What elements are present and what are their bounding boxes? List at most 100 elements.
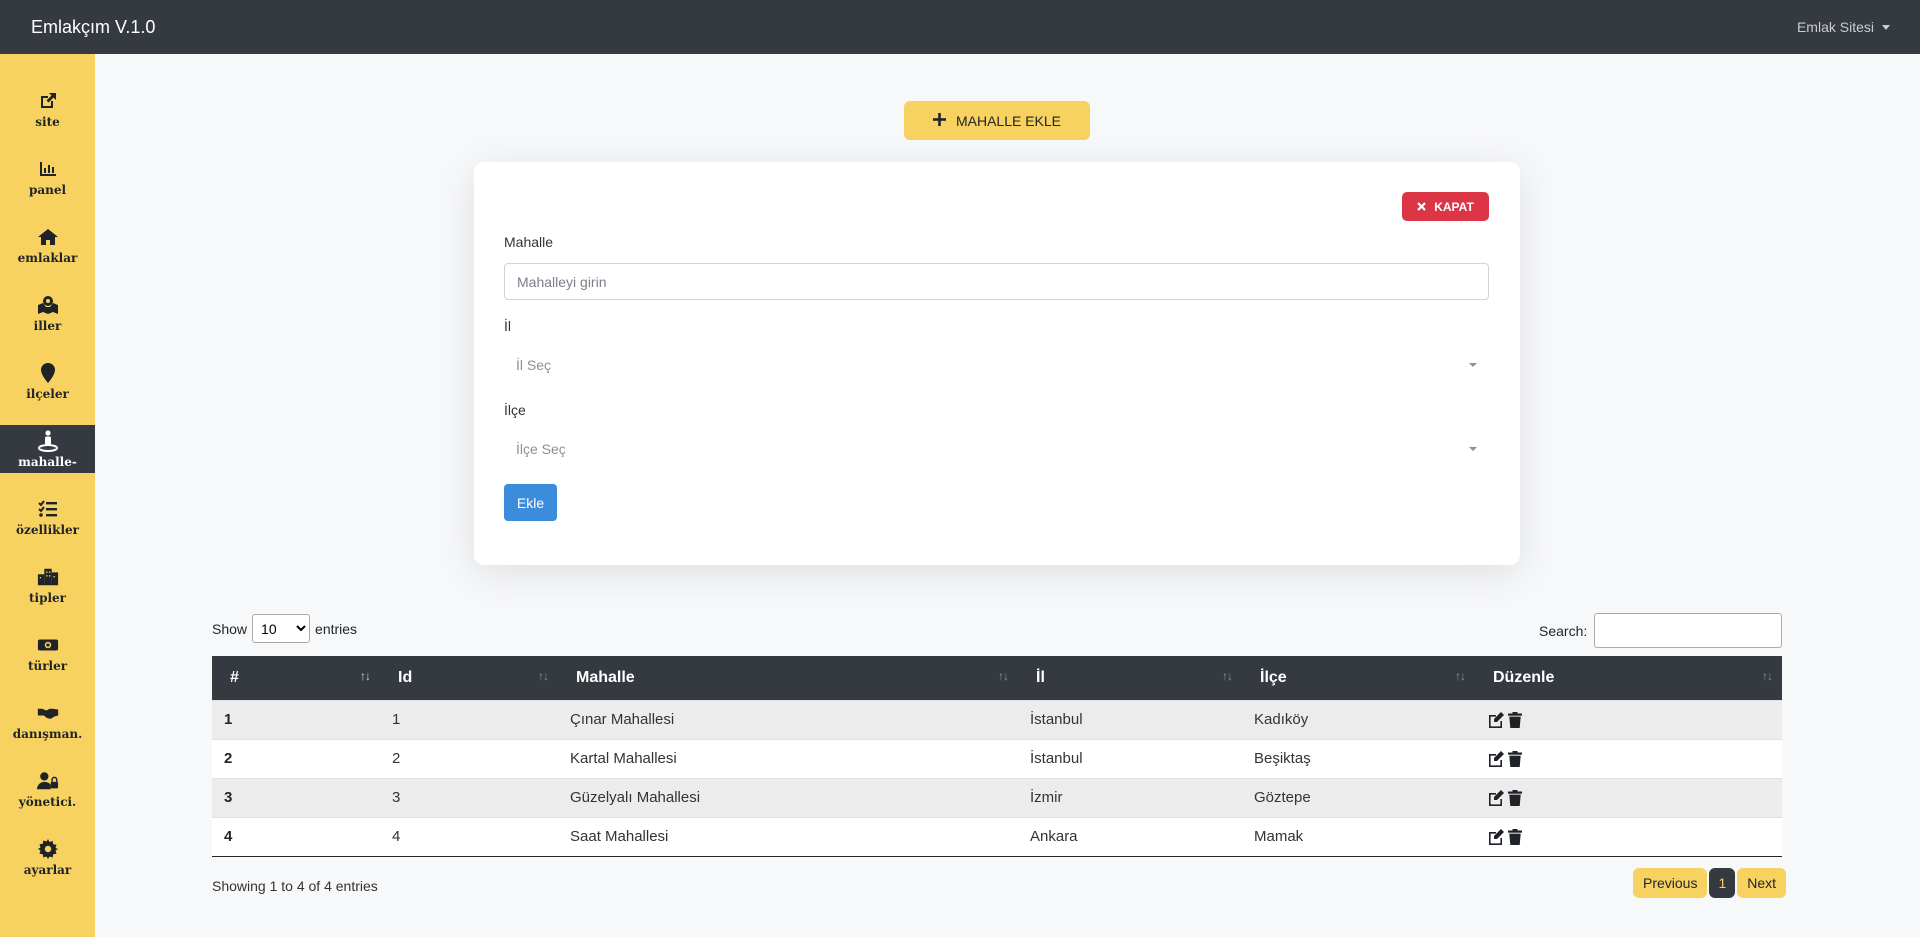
cell-mahalle: Çınar Mahallesi	[570, 711, 675, 728]
edit-icon[interactable]	[1487, 750, 1504, 767]
cell-num: 4	[224, 828, 233, 845]
table-row: 4 4 Saat Mahallesi Ankara Mamak	[212, 817, 1782, 856]
sidebar-item-turler[interactable]: türler	[0, 634, 95, 682]
delete-icon[interactable]	[1508, 711, 1522, 728]
add-mahalle-label: MAHALLE EKLE	[955, 112, 1062, 129]
column-header-duzenle[interactable]: Düzenle ↑↓	[1475, 656, 1782, 700]
search-input[interactable]	[1594, 613, 1783, 648]
money-bill-icon	[37, 634, 59, 656]
edit-icon[interactable]	[1487, 828, 1504, 845]
cell-actions	[1475, 700, 1782, 739]
cell-id: 3	[392, 789, 401, 806]
close-icon	[1417, 200, 1426, 214]
cell-ilce: Göztepe	[1254, 789, 1311, 806]
ilce-field-label: İlçe	[504, 402, 526, 418]
submit-ekle-button[interactable]: Ekle	[504, 484, 557, 521]
cell-num: 2	[224, 750, 233, 767]
cell-mahalle: Güzelyalı Mahallesi	[570, 789, 701, 806]
sort-icon: ↑↓	[998, 669, 1009, 683]
edit-icon[interactable]	[1487, 711, 1504, 728]
sidebar-item-tipler[interactable]: tipler	[0, 566, 95, 614]
sidebar-item-ayarlar[interactable]: ayarlar	[0, 838, 95, 886]
sidebar-item-emlaklar[interactable]: emlaklar	[0, 226, 95, 274]
il-field-label: İl	[504, 318, 511, 334]
cell-id: 4	[392, 828, 401, 845]
sidebar-item-iller[interactable]: iller	[0, 294, 95, 342]
close-label: KAPAT	[1434, 199, 1474, 214]
cell-actions	[1475, 778, 1782, 817]
external-link-icon	[37, 90, 59, 112]
user-lock-icon	[36, 770, 59, 792]
sidebar-item-mahalle[interactable]: mahalle-	[0, 425, 95, 473]
mahalle-input[interactable]	[504, 263, 1489, 300]
street-view-icon	[37, 430, 59, 452]
map-marked-icon	[37, 294, 59, 316]
cell-actions	[1475, 817, 1782, 856]
close-form-button[interactable]: KAPAT	[1402, 192, 1489, 221]
handshake-icon	[37, 702, 59, 724]
next-page-button[interactable]: Next	[1737, 868, 1787, 898]
sidebar-item-label: yönetici.	[18, 795, 77, 809]
sidebar: site panel emlaklar iller ilçeler mahall…	[0, 54, 95, 937]
table-header-row: # ↑↓ Id ↑↓ Mahalle ↑↓ İl ↑↓ İlçe ↑↓ Düzenle ↑↓	[212, 656, 1782, 700]
sidebar-item-label: türler	[27, 659, 68, 673]
cell-il: İstanbul	[1030, 711, 1083, 728]
brand-title[interactable]: Emlakçım V.1.0	[31, 17, 155, 38]
sidebar-item-danisman[interactable]: danışman.	[0, 702, 95, 750]
delete-icon[interactable]	[1508, 750, 1522, 767]
sidebar-item-panel[interactable]: panel	[0, 158, 95, 206]
delete-icon[interactable]	[1508, 789, 1522, 806]
column-header-il[interactable]: İl ↑↓	[1018, 656, 1242, 700]
chevron-down-icon	[1469, 446, 1477, 451]
previous-page-button[interactable]: Previous	[1633, 868, 1708, 898]
page-size-control: Show 10 entries	[212, 614, 357, 643]
show-label: Show	[212, 620, 248, 637]
mahalle-field-label: Mahalle	[504, 234, 554, 250]
sidebar-item-ozellikler[interactable]: özellikler	[0, 498, 95, 546]
sidebar-item-label: mahalle-	[18, 455, 77, 469]
home-icon	[37, 226, 59, 248]
cell-ilce: Mamak	[1254, 828, 1304, 845]
user-menu-dropdown[interactable]: Emlak Sitesi	[1797, 19, 1890, 35]
ilce-select-value: İlçe Seç	[516, 440, 566, 457]
tasks-list-icon	[37, 498, 59, 520]
table-row: 1 1 Çınar Mahallesi İstanbul Kadıköy	[212, 700, 1782, 739]
sort-icon: ↑↓	[1222, 669, 1233, 683]
user-menu-label: Emlak Sitesi	[1796, 19, 1874, 35]
sort-icon: ↑↓	[1455, 669, 1466, 683]
cell-id: 1	[392, 711, 401, 728]
cell-mahalle: Saat Mahallesi	[570, 828, 669, 845]
column-header-mahalle[interactable]: Mahalle ↑↓	[558, 656, 1018, 700]
sidebar-item-yonetici[interactable]: yönetici.	[0, 770, 95, 818]
sidebar-item-ilceler[interactable]: ilçeler	[0, 362, 95, 410]
edit-icon[interactable]	[1487, 789, 1504, 806]
cell-num: 3	[224, 789, 233, 806]
sidebar-item-label: danışman.	[12, 727, 83, 741]
cell-il: İstanbul	[1030, 750, 1083, 767]
column-header-ilce[interactable]: İlçe ↑↓	[1242, 656, 1475, 700]
pagination: Previous 1 Next	[1633, 868, 1787, 898]
cell-mahalle: Kartal Mahallesi	[570, 750, 677, 767]
ilce-select[interactable]: İlçe Seç	[504, 430, 1489, 467]
sidebar-item-label: ilçeler	[26, 387, 69, 401]
page-1-button[interactable]: 1	[1709, 868, 1736, 898]
table-row: 2 2 Kartal Mahallesi İstanbul Beşiktaş	[212, 739, 1782, 778]
delete-icon[interactable]	[1508, 828, 1522, 845]
sidebar-item-label: tipler	[28, 591, 66, 605]
sort-icon: ↑↓	[538, 669, 549, 683]
column-header-num[interactable]: # ↑↓	[212, 656, 380, 700]
sidebar-item-label: panel	[28, 183, 67, 197]
sort-icon: ↑↓	[1762, 669, 1773, 683]
page-size-select[interactable]: 10	[252, 614, 311, 643]
add-mahalle-button[interactable]: MAHALLE EKLE	[904, 101, 1090, 140]
il-select-value: İl Seç	[516, 356, 552, 373]
search-label: Search:	[1539, 622, 1588, 639]
sidebar-item-site[interactable]: site	[0, 90, 95, 138]
il-select[interactable]: İl Seç	[504, 346, 1489, 383]
column-header-id[interactable]: Id ↑↓	[380, 656, 558, 700]
entries-label: entries	[315, 620, 358, 637]
cell-il: Ankara	[1030, 828, 1078, 845]
cell-id: 2	[392, 750, 401, 767]
sort-icon: ↑↓	[360, 669, 371, 683]
sidebar-item-label: özellikler	[16, 523, 79, 537]
